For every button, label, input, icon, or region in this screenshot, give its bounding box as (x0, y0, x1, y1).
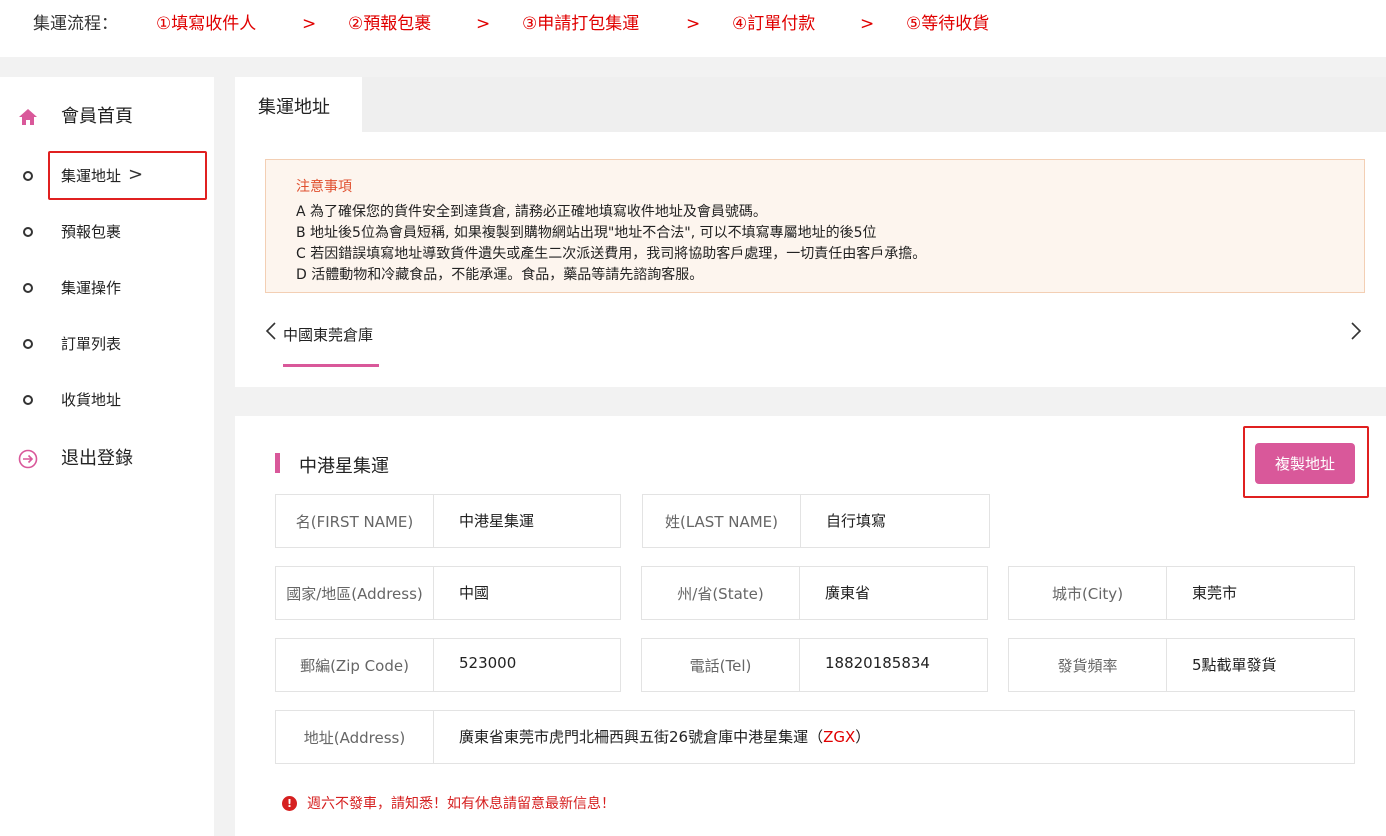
flow-separator: > (476, 14, 491, 34)
field-label: 電話(Tel) (642, 639, 800, 691)
field-city: 城市(City) 東莞市 (1008, 566, 1355, 620)
sidebar-item-label: 退出登錄 (61, 448, 133, 469)
sidebar-item-home[interactable]: 會員首頁 (0, 97, 214, 137)
sidebar-item-label: 會員首頁 (61, 106, 133, 127)
flow-step-4: ④訂單付款 (732, 14, 816, 34)
field-label: 國家/地區(Address) (276, 567, 434, 619)
flow-step-1: ①填寫收件人 (156, 14, 257, 34)
circle-icon (18, 222, 38, 242)
sidebar-item-receiving-address[interactable]: 收貨地址 (0, 380, 214, 420)
warning-notice: ! 週六不發車，請知悉！如有休息請留意最新信息！ (282, 793, 615, 813)
field-value[interactable]: 5點截單發貨 (1192, 654, 1277, 675)
section-title: 中港星集運 (299, 456, 389, 477)
circle-icon (18, 278, 38, 298)
home-icon (18, 107, 38, 127)
field-value[interactable]: 18820185834 (825, 654, 930, 672)
section-marker (275, 453, 280, 473)
field-label: 地址(Address) (276, 711, 434, 763)
field-zip-code: 郵編(Zip Code) 523000 (275, 638, 621, 692)
field-address: 地址(Address) 廣東省東莞市虎門北柵西興五街26號倉庫中港星集運（ZGX… (275, 710, 1355, 764)
field-last-name: 姓(LAST NAME) 自行填寫 (642, 494, 990, 548)
chevron-right-icon: > (128, 164, 144, 185)
flow-step-3: ③申請打包集運 (522, 14, 640, 34)
sidebar-item-label: 集運地址 (61, 167, 122, 185)
notice-line: D 活體動物和冷藏食品，不能承運。食品，藥品等請先諮詢客服。 (296, 267, 704, 283)
notice-title: 注意事項 (296, 179, 352, 195)
sidebar-item-consolidation[interactable]: 集運操作 (0, 268, 214, 308)
flow-step-2: ②預報包裹 (348, 14, 432, 34)
circle-icon (18, 166, 38, 186)
flow-bar: 集運流程： ①填寫收件人 > ②預報包裹 > ③申請打包集運 > ④訂單付款 >… (0, 0, 1386, 57)
notice-line: B 地址後5位為會員短稱, 如果複製到購物網站出現"地址不合法", 可以不填寫專… (296, 225, 877, 241)
field-country: 國家/地區(Address) 中國 (275, 566, 621, 620)
notice-line: C 若因錯誤填寫地址導致貨件遺失或產生二次派送費用，我司將協助客戶處理，一切責任… (296, 246, 927, 262)
sidebar-item-label: 訂單列表 (61, 335, 122, 353)
alert-icon: ! (282, 795, 297, 811)
field-value[interactable]: 中國 (459, 582, 489, 603)
field-value[interactable]: 中港星集運 (459, 510, 534, 531)
flow-separator: > (686, 14, 701, 34)
flow-step-5: ⑤等待收貨 (906, 14, 990, 34)
flow-separator: > (860, 14, 875, 34)
logout-icon (18, 449, 38, 469)
warning-text: 週六不發車，請知悉！如有休息請留意最新信息！ (307, 796, 615, 812)
sidebar: 會員首頁 集運地址 > 預報包裹 集運操作 訂單列表 收貨地址 退出登錄 (0, 77, 214, 836)
field-value[interactable]: 523000 (459, 654, 516, 672)
flow-label: 集運流程： (33, 14, 118, 34)
field-state: 州/省(State) 廣東省 (641, 566, 988, 620)
warehouse-tab[interactable]: 中國東莞倉庫 (283, 324, 373, 345)
sidebar-item-label: 收貨地址 (61, 391, 122, 409)
field-label: 發貨頻率 (1009, 639, 1167, 691)
notice-box: 注意事項 A 為了確保您的貨件安全到達貨倉, 請務必正確地填寫收件地址及會員號碼… (265, 159, 1365, 293)
flow-separator: > (302, 14, 317, 34)
copy-address-button[interactable]: 複製地址 (1255, 443, 1355, 484)
notice-line: A 為了確保您的貨件安全到達貨倉, 請務必正確地填寫收件地址及會員號碼。 (296, 204, 767, 220)
field-ship-frequency: 發貨頻率 5點截單發貨 (1008, 638, 1355, 692)
sidebar-item-forecast-package[interactable]: 預報包裹 (0, 212, 214, 252)
field-label: 郵編(Zip Code) (276, 639, 434, 691)
field-first-name: 名(FIRST NAME) 中港星集運 (275, 494, 621, 548)
sidebar-item-order-list[interactable]: 訂單列表 (0, 324, 214, 364)
field-value[interactable]: 東莞市 (1192, 582, 1237, 603)
tab-shipping-address[interactable]: 集運地址 (235, 77, 362, 132)
field-label: 州/省(State) (642, 567, 800, 619)
sidebar-item-shipping-address[interactable]: 集運地址 > (0, 156, 214, 196)
chevron-left-icon[interactable] (265, 321, 277, 345)
warehouse-tab-underline (283, 364, 379, 367)
address-detail-panel: 中港星集運 複製地址 名(FIRST NAME) 中港星集運 姓(LAST NA… (235, 416, 1386, 836)
address-tail: ） (855, 728, 871, 746)
tab-bar: 集運地址 (235, 77, 1386, 132)
sidebar-item-logout[interactable]: 退出登錄 (0, 439, 214, 479)
field-value[interactable]: 自行填寫 (826, 510, 886, 531)
chevron-right-icon[interactable] (1350, 321, 1362, 345)
member-code: ZGX (823, 728, 856, 746)
sidebar-item-label: 預報包裹 (61, 223, 122, 241)
sidebar-item-label: 集運操作 (61, 279, 122, 297)
circle-icon (18, 334, 38, 354)
tab-label: 集運地址 (258, 97, 330, 118)
field-value[interactable]: 廣東省 (825, 582, 870, 603)
circle-icon (18, 390, 38, 410)
field-label: 姓(LAST NAME) (643, 495, 801, 547)
field-tel: 電話(Tel) 18820185834 (641, 638, 988, 692)
field-label: 名(FIRST NAME) (276, 495, 434, 547)
field-value[interactable]: 廣東省東莞市虎門北柵西興五街26號倉庫中港星集運（ZGX） (459, 726, 870, 747)
field-label: 城市(City) (1009, 567, 1167, 619)
address-panel: 集運地址 注意事項 A 為了確保您的貨件安全到達貨倉, 請務必正確地填寫收件地址… (235, 77, 1386, 387)
address-text: 廣東省東莞市虎門北柵西興五街26號倉庫中港星集運（ (459, 728, 824, 746)
